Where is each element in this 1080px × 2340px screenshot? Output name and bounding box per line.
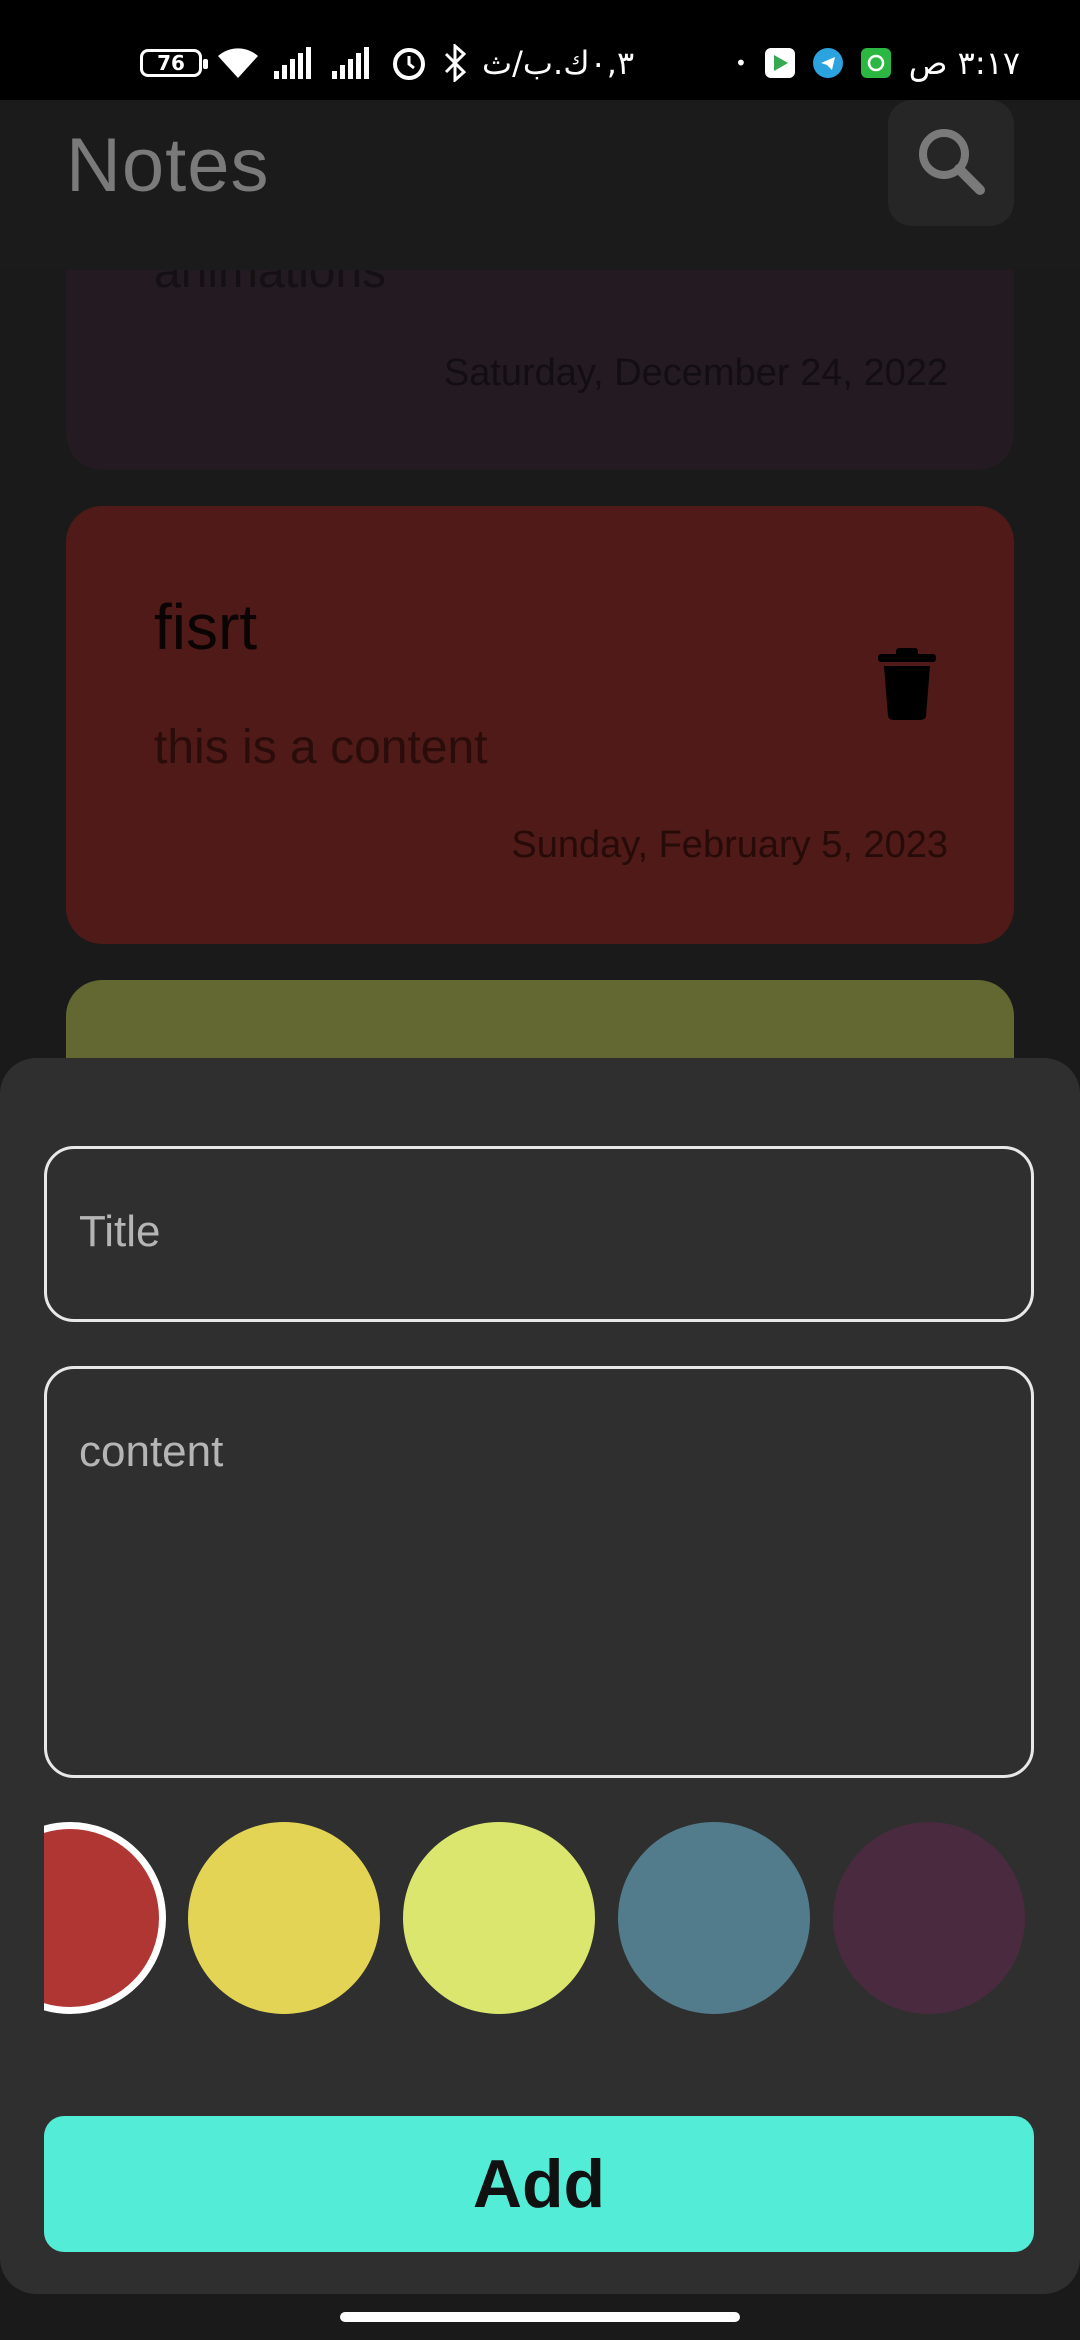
title-placeholder: Title	[79, 1207, 161, 1256]
note-title: fisrt	[154, 591, 258, 663]
telegram-icon	[812, 48, 843, 78]
trash-icon[interactable]	[872, 646, 942, 724]
title-input[interactable]: Title	[44, 1146, 1034, 1322]
home-indicator[interactable]	[340, 2312, 740, 2322]
color-picker	[44, 1820, 1034, 2016]
network-speed: ٠,٣ك.ب/ث	[482, 44, 635, 82]
page-title: Notes	[66, 123, 270, 208]
play-store-icon	[764, 48, 795, 78]
content-input[interactable]: content	[44, 1366, 1034, 1778]
clock: ٣:١٧ ص	[908, 44, 1020, 82]
search-icon	[914, 124, 988, 202]
status-right: • ٣:١٧ ص	[735, 38, 1020, 88]
whatsapp-icon	[860, 48, 891, 78]
status-dot: •	[735, 51, 747, 75]
status-left: 76 ٠,٣ك.ب/ث	[140, 38, 634, 88]
battery-level: 76	[157, 51, 185, 75]
add-button[interactable]: Add	[44, 2116, 1034, 2252]
app-header: Notes	[0, 100, 1080, 270]
color-swatch[interactable]	[833, 1822, 1025, 2014]
battery-icon: 76	[140, 49, 208, 77]
note-card[interactable]: fisrt this is a content Sunday, February…	[66, 506, 1014, 944]
wifi-icon	[216, 46, 260, 80]
color-swatch[interactable]	[188, 1822, 380, 2014]
status-bar: 76 ٠,٣ك.ب/ث • ٣:١٧ ص	[0, 0, 1080, 100]
note-date: Saturday, December 24, 2022	[443, 352, 948, 394]
search-button[interactable]	[888, 100, 1014, 226]
signal-icon	[274, 47, 318, 79]
signal-icon-2	[332, 47, 376, 79]
color-swatch[interactable]	[618, 1822, 810, 2014]
note-content: this is a content	[154, 721, 488, 774]
color-swatch[interactable]	[403, 1822, 595, 2014]
note-date: Sunday, February 5, 2023	[511, 824, 948, 866]
color-swatch-selected[interactable]	[44, 1822, 166, 2014]
alarm-icon	[390, 44, 428, 82]
add-note-sheet: Title content Add	[0, 1058, 1080, 2294]
bluetooth-icon	[442, 44, 468, 82]
content-placeholder: content	[79, 1427, 224, 1476]
